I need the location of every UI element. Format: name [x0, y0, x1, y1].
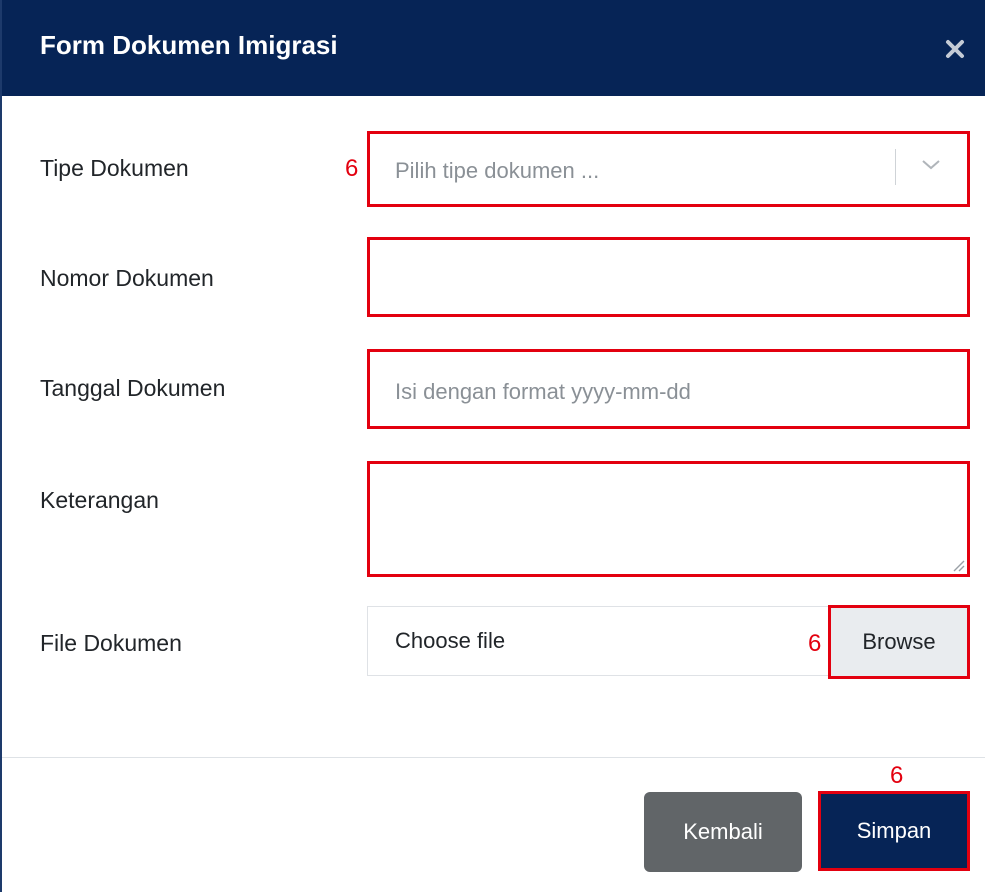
- chevron-down-icon[interactable]: [920, 158, 942, 172]
- keterangan-textarea[interactable]: [367, 461, 970, 577]
- browse-button[interactable]: Browse: [828, 605, 970, 679]
- select-separator: [895, 149, 896, 185]
- resize-handle-icon[interactable]: [951, 558, 965, 572]
- tanggal-dokumen-placeholder: Isi dengan format yyyy-mm-dd: [395, 379, 691, 404]
- keterangan-label: Keterangan: [40, 487, 159, 513]
- tipe-dokumen-label: Tipe Dokumen: [40, 155, 189, 181]
- tanggal-dokumen-input[interactable]: Isi dengan format yyyy-mm-dd: [367, 349, 970, 429]
- tanggal-dokumen-label: Tanggal Dokumen: [40, 375, 226, 401]
- annotation-marker: 6: [808, 630, 822, 657]
- close-icon[interactable]: [944, 38, 966, 60]
- kembali-button[interactable]: Kembali: [644, 792, 802, 872]
- footer-divider: [2, 757, 985, 758]
- annotation-marker: 6: [345, 155, 359, 182]
- choose-file-text: Choose file: [395, 628, 506, 653]
- annotation-marker: 6: [890, 762, 904, 789]
- form-dokumen-modal: Form Dokumen Imigrasi Tipe Dokumen 6 Pil…: [0, 0, 985, 892]
- modal-title: Form Dokumen Imigrasi: [40, 30, 338, 60]
- tipe-dokumen-placeholder: Pilih tipe dokumen ...: [395, 158, 600, 183]
- nomor-dokumen-label: Nomor Dokumen: [40, 265, 214, 291]
- simpan-button[interactable]: Simpan: [818, 791, 970, 871]
- modal-header: Form Dokumen Imigrasi: [2, 0, 985, 96]
- nomor-dokumen-input[interactable]: [367, 237, 970, 317]
- file-dokumen-label: File Dokumen: [40, 630, 182, 656]
- tipe-dokumen-select[interactable]: Pilih tipe dokumen ...: [367, 131, 970, 207]
